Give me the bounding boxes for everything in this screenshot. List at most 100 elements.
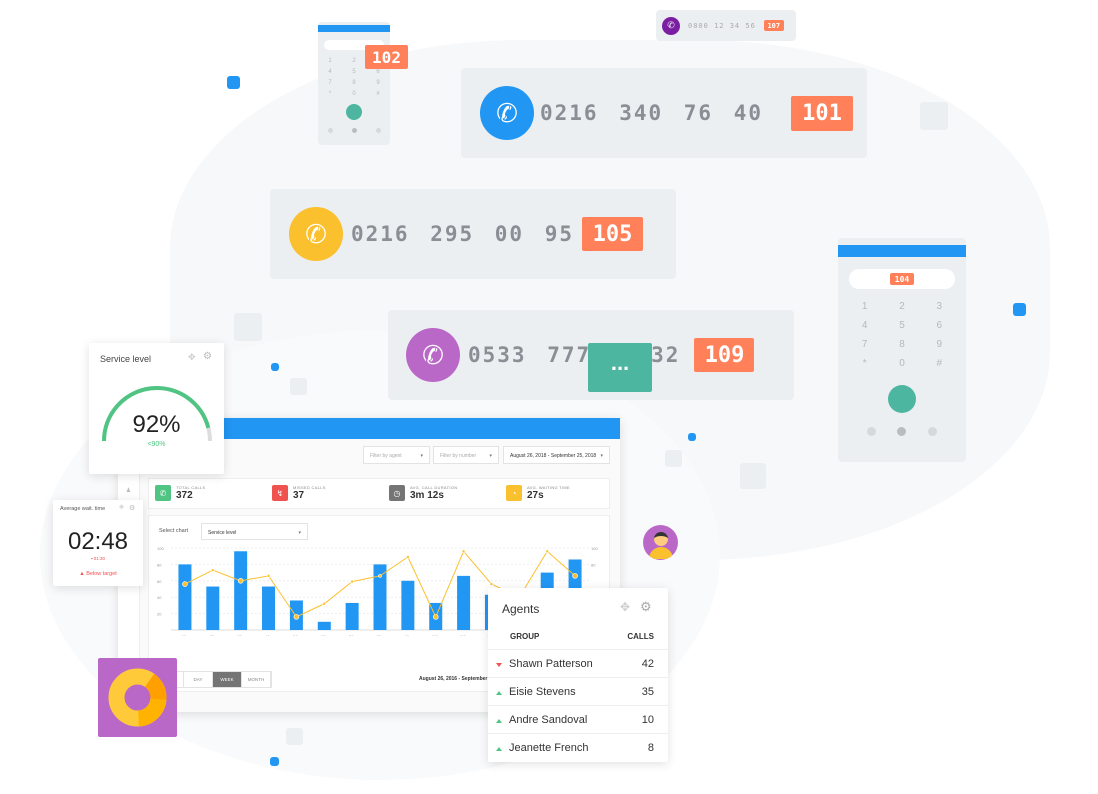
keypad-key[interactable]: 0 (883, 358, 920, 369)
keypad-key[interactable]: * (846, 358, 883, 369)
keypad-key[interactable]: 7 (318, 80, 342, 86)
x-tick-label: 90s (405, 634, 411, 636)
line-point (378, 574, 382, 578)
line-point (237, 577, 244, 584)
keypad-key[interactable]: # (366, 91, 390, 97)
keypad-key[interactable]: 8 (342, 80, 366, 86)
dialer-left: 123456789*0# (318, 22, 390, 145)
line-point (406, 555, 410, 559)
move-icon[interactable]: ✥ (620, 600, 630, 614)
line-point (293, 614, 300, 620)
bar (345, 602, 359, 630)
move-icon[interactable]: ✥ (188, 352, 196, 363)
x-tick-label: 20s (210, 634, 216, 636)
phone-icon: ✆ (406, 328, 460, 382)
y-tick-label: 40 (157, 595, 162, 600)
phone-icon: ✆ (662, 16, 680, 35)
keypad-key[interactable]: 9 (921, 339, 958, 350)
bar (178, 564, 192, 630)
keypad-key[interactable]: 5 (342, 69, 366, 75)
keypad-key[interactable]: 2 (883, 301, 920, 312)
agent-row[interactable]: Andre Sandoval 10 (488, 705, 668, 733)
agent-row[interactable]: Eisie Stevens 35 (488, 677, 668, 705)
filter-number-dropdown[interactable]: Filter by number ▾ (433, 446, 499, 464)
y2-tick-label: 80 (591, 562, 596, 567)
y-tick-label: 20 (157, 612, 162, 617)
bar (401, 580, 415, 630)
agent-row[interactable]: Shawn Patterson 42 (488, 649, 668, 677)
keypad-key[interactable]: 0 (342, 91, 366, 97)
y-tick-label: 100 (157, 546, 164, 551)
bar (206, 586, 220, 630)
dialer-right: 104 1 2 3 4 5 6 7 8 9 * 0 # (838, 238, 966, 462)
y2-tick-label: 100 (591, 546, 598, 551)
period-month-button[interactable]: MONTH (242, 672, 271, 687)
stat-avg-waiting-time: ◔ AVG. WAITING TIME 27s (506, 485, 570, 501)
select-chart-dropdown[interactable]: Service level ▾ (201, 523, 308, 540)
x-tick-label: 30s (237, 634, 243, 636)
trend-up-icon (496, 690, 502, 695)
date-range-dropdown[interactable]: August 26, 2018 - September 25, 2018 ▾ (503, 446, 610, 464)
gear-icon[interactable]: ⚙ (129, 504, 135, 512)
keypad-key[interactable]: 3 (921, 301, 958, 312)
keypad-key[interactable]: 7 (846, 339, 883, 350)
missed-call-icon: ↯ (272, 485, 288, 501)
x-tick-label: 10s (182, 634, 188, 636)
period-day-button[interactable]: DAY (184, 672, 213, 687)
phone-icon: ✆ (289, 207, 343, 261)
move-icon[interactable]: ✥ (119, 504, 124, 511)
x-tick-label: 60s (321, 634, 327, 636)
x-tick-label: 110s (459, 634, 467, 636)
keypad-key[interactable]: 6 (366, 69, 390, 75)
line-point (432, 614, 439, 620)
chat-bubble: ... (588, 343, 652, 392)
call-bar-101: ✆ 0216 340 76 40 101 (461, 68, 867, 158)
clock-icon: ◷ (389, 485, 405, 501)
y-tick-label: 60 (157, 579, 162, 584)
period-week-button[interactable]: WEEK (213, 672, 242, 687)
line-point (350, 579, 354, 584)
line-point (461, 549, 466, 554)
trend-up-icon (496, 718, 502, 723)
call-bar-107: ✆ 0800 12 34 56 107 (656, 10, 796, 41)
x-tick-label: 50s (293, 634, 299, 636)
x-tick-label: 100s (431, 634, 440, 636)
keypad-key[interactable]: 8 (883, 339, 920, 350)
keypad-key[interactable]: 1 (318, 58, 342, 64)
gear-icon[interactable]: ⚙ (640, 599, 652, 615)
y-tick-label: 80 (157, 562, 162, 567)
gear-icon[interactable]: ⚙ (203, 351, 212, 362)
trend-down-icon (496, 662, 502, 667)
trend-up-icon (496, 746, 502, 751)
line-point (572, 573, 578, 579)
bar (317, 621, 331, 630)
line-point (322, 601, 327, 606)
line-point (182, 581, 188, 587)
keypad-key[interactable]: # (921, 358, 958, 369)
agent-row[interactable]: Jeanette French 8 (488, 733, 668, 761)
keypad-key[interactable]: 5 (883, 320, 920, 331)
keypad-key[interactable]: 4 (318, 69, 342, 75)
keypad-key[interactable]: * (318, 91, 342, 97)
line-point (266, 574, 271, 578)
stat-avg-call-duration: ◷ AVG. CALL DURATION 3m 12s (389, 485, 457, 501)
keypad-key[interactable]: 6 (921, 320, 958, 331)
agents-widget: Agents ✥ ⚙ GROUP CALLS Shawn Patterson 42… (488, 588, 668, 762)
keypad-key[interactable]: 1 (846, 301, 883, 312)
x-tick-label: 70s (349, 634, 355, 636)
bar (262, 586, 276, 630)
donut-chart-icon (98, 658, 177, 737)
keypad-key[interactable]: 9 (366, 80, 390, 86)
x-tick-label: 80s (377, 634, 383, 636)
x-tick-label: 40s (265, 634, 271, 636)
line-point (210, 568, 215, 572)
bar (234, 551, 248, 630)
line-point (489, 582, 494, 586)
keypad-key[interactable]: 2 (342, 58, 366, 64)
warning-icon: ▲ (79, 571, 85, 577)
keypad-key[interactable]: 4 (846, 320, 883, 331)
service-level-widget: Service level ✥ ⚙ 92% <90% (89, 343, 224, 474)
phone-icon: ✆ (480, 86, 534, 140)
call-bar-105: ✆ 0216 295 00 95 105 (270, 189, 676, 279)
filter-agent-dropdown[interactable]: Filter by agent ▾ (363, 446, 430, 464)
